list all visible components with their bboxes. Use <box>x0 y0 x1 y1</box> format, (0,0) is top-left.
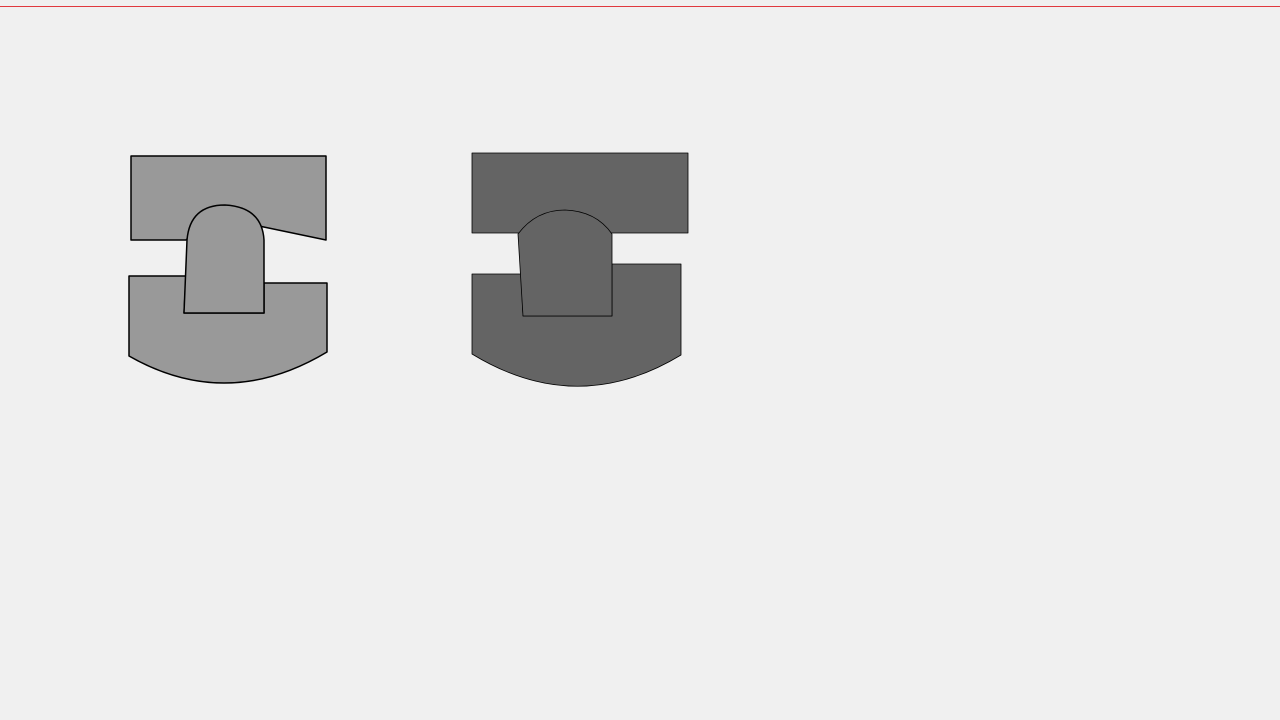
drawing-canvas[interactable] <box>0 0 1280 720</box>
right-figure[interactable] <box>471 152 689 387</box>
left-figure[interactable] <box>128 155 328 384</box>
shapes-layer <box>128 152 689 387</box>
right-figure-arch-piece[interactable] <box>517 209 613 317</box>
left-figure-arch-piece[interactable] <box>183 204 265 314</box>
